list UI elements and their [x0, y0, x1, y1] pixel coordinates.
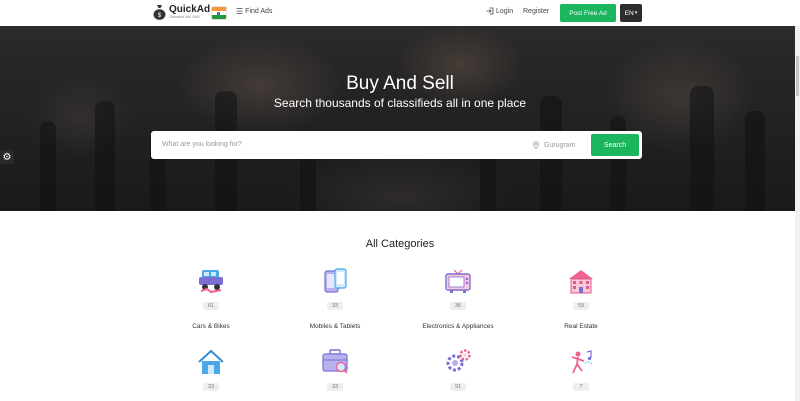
categories-title: All Categories — [365, 238, 435, 250]
location-input[interactable]: Gurugram — [533, 131, 576, 159]
settings-gear-icon[interactable]: ⚙ — [0, 150, 14, 164]
category-count: 33 — [203, 383, 219, 391]
mobile-tablet-icon — [324, 268, 347, 293]
map-pin-icon — [533, 141, 539, 149]
search-bar: What are you looking for? Gurugram Searc… — [151, 131, 642, 159]
hero-title: Buy And Sell — [346, 73, 454, 94]
gears-icon — [446, 349, 471, 372]
category-count: 61 — [203, 302, 219, 310]
hero-banner: Buy And Sell Search thousands of classif… — [0, 26, 800, 211]
category-count: 33 — [327, 302, 343, 310]
briefcase-search-icon — [322, 349, 348, 374]
building-icon — [569, 270, 593, 294]
tv-icon — [445, 269, 471, 293]
category-cars-bikes[interactable]: 61 Cars & Bikes — [151, 268, 271, 330]
category-name: Mobiles & Tablets — [309, 323, 361, 330]
category-name: Cars & Bikes — [192, 323, 230, 330]
search-button[interactable]: Search — [591, 134, 639, 156]
list-icon: ☰ — [236, 7, 244, 16]
chevron-down-icon: ▾ — [634, 10, 638, 16]
login-icon — [486, 7, 494, 15]
search-input[interactable]: What are you looking for? — [162, 131, 242, 159]
login-link[interactable]: Login — [486, 7, 513, 15]
dancer-music-icon — [571, 350, 593, 374]
category-item[interactable]: 91 — [398, 349, 518, 393]
language-label: EN — [624, 9, 634, 17]
brand-tagline: Classified Ads CMS — [169, 14, 200, 19]
category-count: 36 — [450, 302, 466, 310]
language-dropdown[interactable]: EN ▾ — [620, 4, 642, 22]
top-navbar: $ QuickAd Classified Ads CMS ☰ Find Ads … — [0, 0, 800, 27]
category-count: 7 — [573, 383, 589, 391]
location-value: Gurugram — [544, 141, 576, 149]
brand-logo[interactable]: $ QuickAd Classified Ads CMS — [153, 4, 210, 20]
hero-subtitle: Search thousands of classifieds all in o… — [273, 96, 527, 110]
category-item[interactable]: 33 — [151, 349, 271, 393]
category-electronics-appliances[interactable]: 36 Electronics & Appliances — [398, 268, 518, 330]
post-free-ad-button[interactable]: Post Free Ad — [560, 4, 616, 22]
category-real-estate[interactable]: 59 Real Estate — [521, 268, 641, 330]
find-ads-link[interactable]: ☰ Find Ads — [236, 7, 272, 16]
category-item[interactable]: 33 — [275, 349, 395, 393]
category-name: Real Estate — [564, 323, 598, 330]
category-count: 33 — [327, 383, 343, 391]
login-label: Login — [496, 7, 514, 15]
brand-name: QuickAd — [169, 3, 211, 15]
category-item[interactable]: 7 — [521, 349, 641, 393]
category-name: Electronics & Appliances — [422, 323, 494, 330]
find-ads-label: Find Ads — [245, 8, 273, 15]
register-link[interactable]: Register — [523, 8, 549, 15]
category-mobiles-tablets[interactable]: 33 Mobiles & Tablets — [275, 268, 395, 330]
category-count: 91 — [450, 383, 466, 391]
car-bike-icon — [199, 270, 223, 294]
money-bag-icon: $ — [153, 5, 166, 20]
home-icon — [198, 349, 224, 374]
country-flag-icon[interactable] — [211, 6, 227, 20]
category-count: 59 — [573, 302, 589, 310]
